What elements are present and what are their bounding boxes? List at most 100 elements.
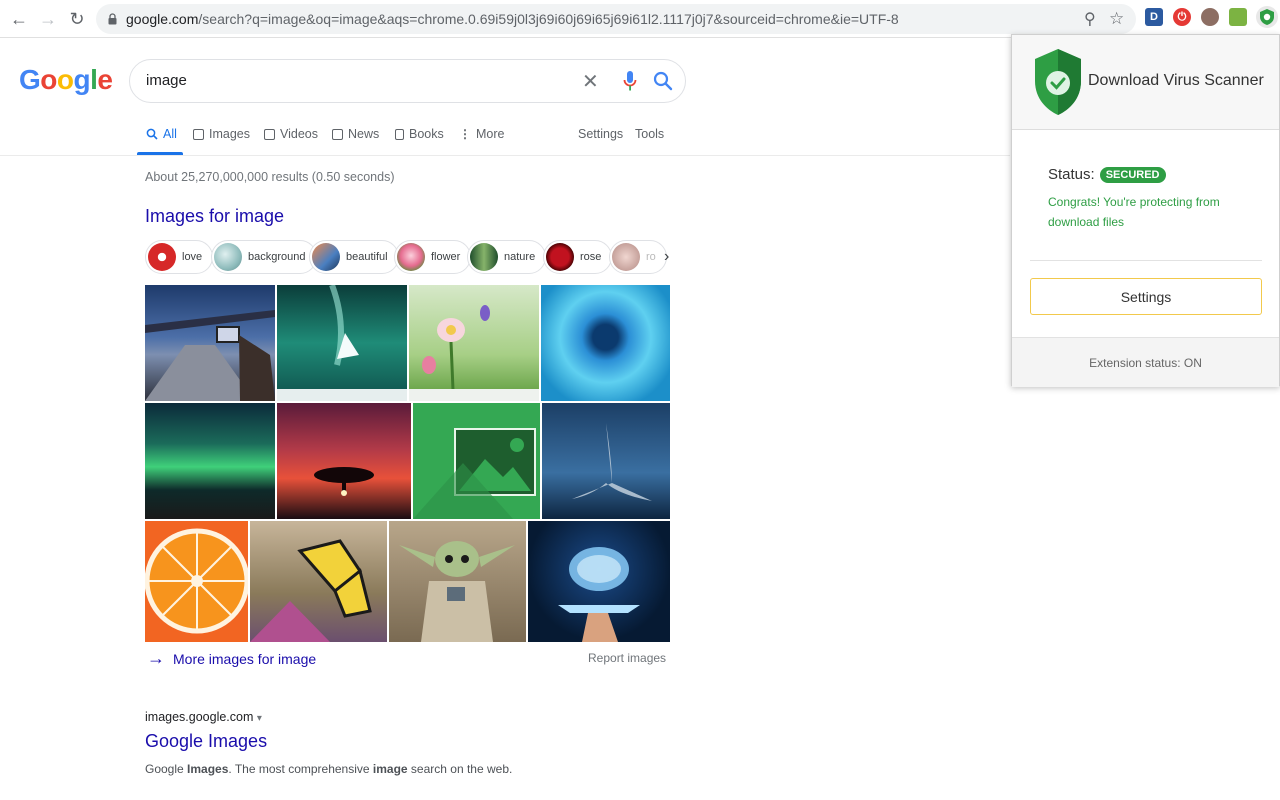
tab-images[interactable]: Images — [193, 127, 250, 141]
tab-videos-label: Videos — [280, 127, 318, 141]
tab-all[interactable]: All — [146, 127, 177, 141]
microphone-icon[interactable] — [623, 70, 637, 92]
search-input[interactable]: image ✕ — [129, 59, 686, 103]
cite-url: images.google.com — [145, 710, 254, 724]
chip-nature[interactable]: nature — [467, 240, 547, 274]
image-thumbnail-eye[interactable] — [541, 285, 670, 401]
avatar-extension-icon[interactable] — [1201, 8, 1219, 26]
dropdown-arrow-icon[interactable]: ▾ — [257, 713, 262, 724]
chip-thumbnail — [470, 243, 498, 271]
reload-icon[interactable]: ↻ — [66, 8, 88, 30]
search-query[interactable]: image — [146, 72, 187, 89]
map-extension-icon[interactable] — [1229, 8, 1247, 26]
browser-toolbar: ← → ↻ google.com/search?q=image&oq=image… — [0, 0, 1280, 38]
forward-arrow-icon[interactable]: → — [37, 8, 59, 30]
tab-settings-label: Settings — [578, 127, 624, 141]
tab-more-label: More — [476, 127, 505, 141]
back-arrow-icon[interactable]: ← — [8, 8, 30, 30]
images-heading[interactable]: Images for image — [145, 206, 284, 227]
active-tab-underline — [137, 152, 183, 155]
tab-images-label: Images — [209, 127, 250, 141]
chip-rose[interactable]: rose — [543, 240, 613, 274]
status-badge: SECURED — [1099, 166, 1166, 183]
extension-popup: Download Virus Scanner Status: SECURED C… — [1011, 34, 1280, 387]
divider — [1030, 260, 1262, 261]
clear-icon[interactable]: ✕ — [582, 69, 599, 94]
play-icon — [264, 128, 275, 140]
image-thumbnail-aurora[interactable] — [145, 403, 275, 519]
power-extension-icon[interactable]: ⏻ — [1173, 8, 1191, 26]
tab-books[interactable]: Books — [395, 127, 444, 141]
chip-label: nature — [504, 251, 536, 263]
address-bar[interactable]: google.com/search?q=image&oq=image&aqs=c… — [96, 4, 1136, 34]
search-icon[interactable] — [652, 70, 674, 92]
chip-label: love — [182, 251, 203, 263]
image-thumbnail-paper-boat[interactable] — [277, 285, 407, 401]
tab-settings[interactable]: Settings — [578, 127, 623, 141]
image-thumbnail-butterfly[interactable] — [250, 521, 387, 642]
image-thumbnail-flower-butterfly[interactable] — [409, 285, 539, 401]
popup-footer: Extension status: ON — [1012, 337, 1279, 387]
image-thumbnail-baby-yoda[interactable] — [389, 521, 526, 642]
result-cite[interactable]: images.google.com ▾ — [145, 710, 262, 724]
tab-tools-label: Tools — [635, 127, 665, 141]
status-label: Status: — [1048, 166, 1095, 183]
bookmark-star-icon[interactable]: ☆ — [1109, 9, 1124, 29]
chip-thumbnail — [148, 243, 176, 271]
search-icon — [146, 128, 158, 140]
tab-news[interactable]: News — [332, 127, 379, 141]
chip-label: rose — [580, 251, 602, 263]
chip-label: background — [248, 251, 306, 263]
image-thumbnail-brain[interactable] — [528, 521, 670, 642]
d-extension-icon[interactable]: D — [1145, 8, 1163, 26]
chip-love[interactable]: love — [145, 240, 214, 274]
status-message: Congrats! You're protecting from downloa… — [1048, 195, 1220, 229]
settings-button[interactable]: Settings — [1030, 278, 1262, 315]
result-stats: About 25,270,000,000 results (0.50 secon… — [145, 170, 395, 184]
tab-news-label: News — [348, 127, 380, 141]
image-thumbnail-whale-tail[interactable] — [542, 403, 670, 519]
newspaper-icon — [332, 128, 343, 140]
report-images-link[interactable]: Report images — [588, 651, 666, 665]
result-title-link[interactable]: Google Images — [145, 731, 267, 752]
tab-videos[interactable]: Videos — [264, 127, 318, 141]
book-icon — [395, 128, 404, 140]
tab-books-label: Books — [409, 127, 444, 141]
image-thumbnail-orange[interactable] — [145, 521, 248, 642]
zoom-icon[interactable]: ⚲ — [1084, 9, 1096, 29]
tab-tools[interactable]: Tools — [635, 127, 664, 141]
chip-partial[interactable]: ro — [609, 240, 667, 274]
google-logo[interactable]: Google — [19, 64, 113, 96]
arrow-right-icon: → — [147, 648, 165, 668]
chip-flower[interactable]: flower — [394, 240, 472, 274]
tab-more[interactable]: ⋮ More — [459, 127, 504, 141]
more-images-link[interactable]: → More images for image — [147, 648, 316, 669]
url-text: google.com/search?q=image&oq=image&aqs=c… — [126, 11, 899, 27]
image-suggestion-chips: love background beautiful flower nature … — [145, 240, 675, 274]
chip-background[interactable]: background — [211, 240, 317, 274]
image-icon — [193, 128, 204, 140]
image-thumbnail-bridge[interactable] — [145, 285, 275, 401]
extension-status: Extension status: ON — [1089, 356, 1202, 370]
chevron-right-icon[interactable]: › — [664, 248, 669, 266]
chip-beautiful[interactable]: beautiful — [309, 240, 399, 274]
shield-check-icon — [1035, 49, 1081, 115]
result-snippet: Google Images. The most comprehensive im… — [145, 762, 513, 776]
popup-title: Download Virus Scanner — [1088, 72, 1264, 89]
more-images-label: More images for image — [173, 650, 317, 667]
image-thumbnail-sunset-tree[interactable] — [277, 403, 411, 519]
search-tabs: All Images Videos News Books ⋮ More Sett… — [0, 118, 1010, 156]
popup-header: Download Virus Scanner — [1012, 35, 1279, 130]
shield-extension-icon[interactable] — [1256, 6, 1278, 28]
chip-thumbnail — [397, 243, 425, 271]
chip-thumbnail — [214, 243, 242, 271]
more-vert-icon: ⋮ — [459, 127, 471, 141]
chip-thumbnail — [312, 243, 340, 271]
popup-body: Status: SECURED Congrats! You're protect… — [1012, 130, 1279, 337]
lock-icon — [108, 13, 117, 25]
chip-label: ro — [646, 251, 656, 263]
chip-label: beautiful — [346, 251, 388, 263]
image-thumbnail-placeholder-icon[interactable] — [413, 403, 540, 519]
image-grid — [145, 285, 670, 642]
tab-all-label: All — [163, 127, 177, 141]
